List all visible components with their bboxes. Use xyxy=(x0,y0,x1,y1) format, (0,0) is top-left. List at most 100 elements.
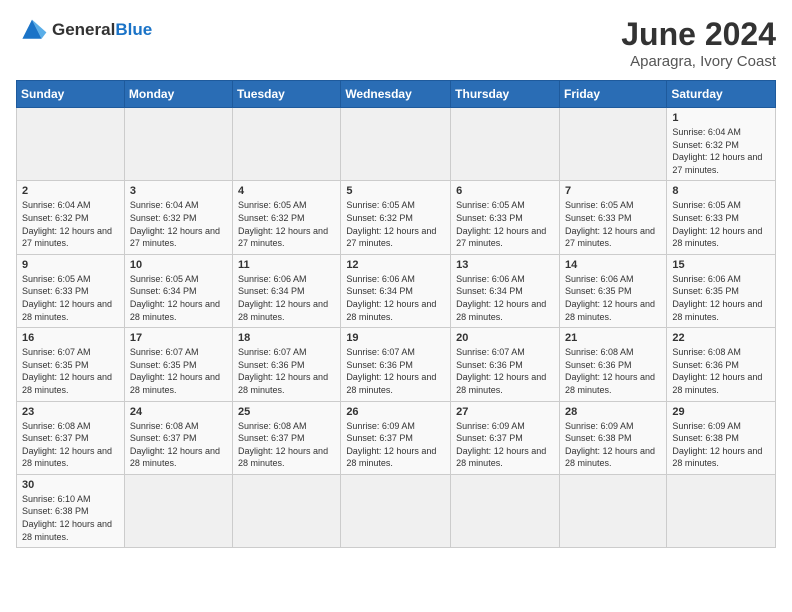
day-number: 15 xyxy=(672,259,770,271)
calendar-cell: 20 Sunrise: 6:07 AMSunset: 6:36 PMDayligh… xyxy=(451,328,560,401)
weekday-header-saturday: Saturday xyxy=(667,81,776,108)
calendar-cell: 18 Sunrise: 6:07 AMSunset: 6:36 PMDayligh… xyxy=(233,328,341,401)
day-number: 28 xyxy=(565,406,661,418)
day-number: 4 xyxy=(238,185,335,197)
location-subtitle: Aparagra, Ivory Coast xyxy=(621,53,776,70)
day-info: Sunrise: 6:05 AMSunset: 6:33 PMDaylight:… xyxy=(22,273,119,323)
day-number: 19 xyxy=(346,332,445,344)
day-info: Sunrise: 6:08 AMSunset: 6:36 PMDaylight:… xyxy=(565,346,661,396)
calendar-cell: 4Sunrise: 6:05 AMSunset: 6:32 PMDaylight… xyxy=(233,181,341,254)
calendar-cell: 9 Sunrise: 6:05 AMSunset: 6:33 PMDaylight… xyxy=(17,254,125,327)
day-number: 9 xyxy=(22,259,119,271)
calendar-cell xyxy=(17,108,125,181)
day-number: 8 xyxy=(672,185,770,197)
day-info: Sunrise: 6:09 AMSunset: 6:37 PMDaylight:… xyxy=(346,420,445,470)
calendar-cell: 2 Sunrise: 6:04 AMSunset: 6:32 PMDaylight… xyxy=(17,181,125,254)
day-number: 3 xyxy=(130,185,227,197)
day-info: Sunrise: 6:05 AMSunset: 6:33 PMDaylight:… xyxy=(456,199,554,249)
day-info: Sunrise: 6:08 AMSunset: 6:36 PMDaylight:… xyxy=(672,346,770,396)
day-number: 27 xyxy=(456,406,554,418)
day-number: 20 xyxy=(456,332,554,344)
calendar-cell: 24 Sunrise: 6:08 AMSunset: 6:37 PMDayligh… xyxy=(124,401,232,474)
day-info: Sunrise: 6:06 AMSunset: 6:34 PMDaylight:… xyxy=(456,273,554,323)
calendar-cell: 8 Sunrise: 6:05 AMSunset: 6:33 PMDaylight… xyxy=(667,181,776,254)
calendar-cell: 17Sunrise: 6:07 AMSunset: 6:35 PMDayligh… xyxy=(124,328,232,401)
day-info: Sunrise: 6:05 AMSunset: 6:33 PMDaylight:… xyxy=(672,199,770,249)
calendar-cell: 27 Sunrise: 6:09 AMSunset: 6:37 PMDayligh… xyxy=(451,401,560,474)
calendar-cell: 26 Sunrise: 6:09 AMSunset: 6:37 PMDayligh… xyxy=(341,401,451,474)
calendar-week-row: 1 Sunrise: 6:04 AMSunset: 6:32 PMDaylight… xyxy=(17,108,776,181)
calendar-week-row: 30 Sunrise: 6:10 AMSunset: 6:38 PMDayligh… xyxy=(17,474,776,547)
weekday-header-friday: Friday xyxy=(559,81,666,108)
calendar-cell xyxy=(124,108,232,181)
calendar-cell: 15Sunrise: 6:06 AMSunset: 6:35 PMDayligh… xyxy=(667,254,776,327)
day-number: 12 xyxy=(346,259,445,271)
day-number: 7 xyxy=(565,185,661,197)
day-number: 16 xyxy=(22,332,119,344)
calendar-cell: 3Sunrise: 6:04 AMSunset: 6:32 PMDaylight… xyxy=(124,181,232,254)
day-info: Sunrise: 6:07 AMSunset: 6:35 PMDaylight:… xyxy=(22,346,119,396)
day-info: Sunrise: 6:06 AMSunset: 6:34 PMDaylight:… xyxy=(238,273,335,323)
calendar-cell: 11 Sunrise: 6:06 AMSunset: 6:34 PMDayligh… xyxy=(233,254,341,327)
day-number: 26 xyxy=(346,406,445,418)
calendar-cell: 22 Sunrise: 6:08 AMSunset: 6:36 PMDayligh… xyxy=(667,328,776,401)
day-number: 5 xyxy=(346,185,445,197)
day-info: Sunrise: 6:07 AMSunset: 6:35 PMDaylight:… xyxy=(130,346,227,396)
calendar-cell xyxy=(341,474,451,547)
weekday-header-wednesday: Wednesday xyxy=(341,81,451,108)
day-info: Sunrise: 6:07 AMSunset: 6:36 PMDaylight:… xyxy=(346,346,445,396)
day-info: Sunrise: 6:09 AMSunset: 6:37 PMDaylight:… xyxy=(456,420,554,470)
weekday-header-row: SundayMondayTuesdayWednesdayThursdayFrid… xyxy=(17,81,776,108)
day-info: Sunrise: 6:09 AMSunset: 6:38 PMDaylight:… xyxy=(565,420,661,470)
day-number: 25 xyxy=(238,406,335,418)
calendar-cell: 29Sunrise: 6:09 AMSunset: 6:38 PMDayligh… xyxy=(667,401,776,474)
calendar-week-row: 16 Sunrise: 6:07 AMSunset: 6:35 PMDayligh… xyxy=(17,328,776,401)
weekday-header-thursday: Thursday xyxy=(451,81,560,108)
calendar-cell: 28 Sunrise: 6:09 AMSunset: 6:38 PMDayligh… xyxy=(559,401,666,474)
day-info: Sunrise: 6:06 AMSunset: 6:35 PMDaylight:… xyxy=(565,273,661,323)
day-info: Sunrise: 6:09 AMSunset: 6:38 PMDaylight:… xyxy=(672,420,770,470)
calendar-cell: 5Sunrise: 6:05 AMSunset: 6:32 PMDaylight… xyxy=(341,181,451,254)
calendar-cell xyxy=(559,108,666,181)
month-title: June 2024 xyxy=(621,16,776,53)
day-info: Sunrise: 6:08 AMSunset: 6:37 PMDaylight:… xyxy=(22,420,119,470)
day-info: Sunrise: 6:04 AMSunset: 6:32 PMDaylight:… xyxy=(672,126,770,176)
generalblue-logo-icon xyxy=(16,16,48,44)
calendar-cell xyxy=(559,474,666,547)
day-info: Sunrise: 6:10 AMSunset: 6:38 PMDaylight:… xyxy=(22,493,119,543)
calendar-week-row: 9 Sunrise: 6:05 AMSunset: 6:33 PMDaylight… xyxy=(17,254,776,327)
day-number: 24 xyxy=(130,406,227,418)
calendar-cell xyxy=(124,474,232,547)
day-number: 22 xyxy=(672,332,770,344)
day-info: Sunrise: 6:07 AMSunset: 6:36 PMDaylight:… xyxy=(238,346,335,396)
day-number: 6 xyxy=(456,185,554,197)
day-number: 1 xyxy=(672,112,770,124)
calendar-cell: 14 Sunrise: 6:06 AMSunset: 6:35 PMDayligh… xyxy=(559,254,666,327)
calendar-cell: 23Sunrise: 6:08 AMSunset: 6:37 PMDayligh… xyxy=(17,401,125,474)
day-info: Sunrise: 6:07 AMSunset: 6:36 PMDaylight:… xyxy=(456,346,554,396)
day-number: 11 xyxy=(238,259,335,271)
calendar-cell: 30 Sunrise: 6:10 AMSunset: 6:38 PMDayligh… xyxy=(17,474,125,547)
weekday-header-monday: Monday xyxy=(124,81,232,108)
day-info: Sunrise: 6:04 AMSunset: 6:32 PMDaylight:… xyxy=(22,199,119,249)
calendar-cell xyxy=(451,474,560,547)
day-info: Sunrise: 6:05 AMSunset: 6:34 PMDaylight:… xyxy=(130,273,227,323)
calendar-cell: 13 Sunrise: 6:06 AMSunset: 6:34 PMDayligh… xyxy=(451,254,560,327)
day-number: 2 xyxy=(22,185,119,197)
day-number: 30 xyxy=(22,479,119,491)
calendar-week-row: 2 Sunrise: 6:04 AMSunset: 6:32 PMDaylight… xyxy=(17,181,776,254)
calendar-cell: 21 Sunrise: 6:08 AMSunset: 6:36 PMDayligh… xyxy=(559,328,666,401)
day-number: 14 xyxy=(565,259,661,271)
logo-text: GeneralBlue xyxy=(52,20,152,40)
day-info: Sunrise: 6:08 AMSunset: 6:37 PMDaylight:… xyxy=(238,420,335,470)
calendar-cell: 10Sunrise: 6:05 AMSunset: 6:34 PMDayligh… xyxy=(124,254,232,327)
day-number: 13 xyxy=(456,259,554,271)
day-number: 18 xyxy=(238,332,335,344)
calendar-cell: 6 Sunrise: 6:05 AMSunset: 6:33 PMDaylight… xyxy=(451,181,560,254)
calendar-cell xyxy=(341,108,451,181)
day-info: Sunrise: 6:05 AMSunset: 6:33 PMDaylight:… xyxy=(565,199,661,249)
day-number: 21 xyxy=(565,332,661,344)
page-header: GeneralBlue June 2024 Aparagra, Ivory Co… xyxy=(16,16,776,70)
calendar-cell: 1 Sunrise: 6:04 AMSunset: 6:32 PMDaylight… xyxy=(667,108,776,181)
day-info: Sunrise: 6:08 AMSunset: 6:37 PMDaylight:… xyxy=(130,420,227,470)
